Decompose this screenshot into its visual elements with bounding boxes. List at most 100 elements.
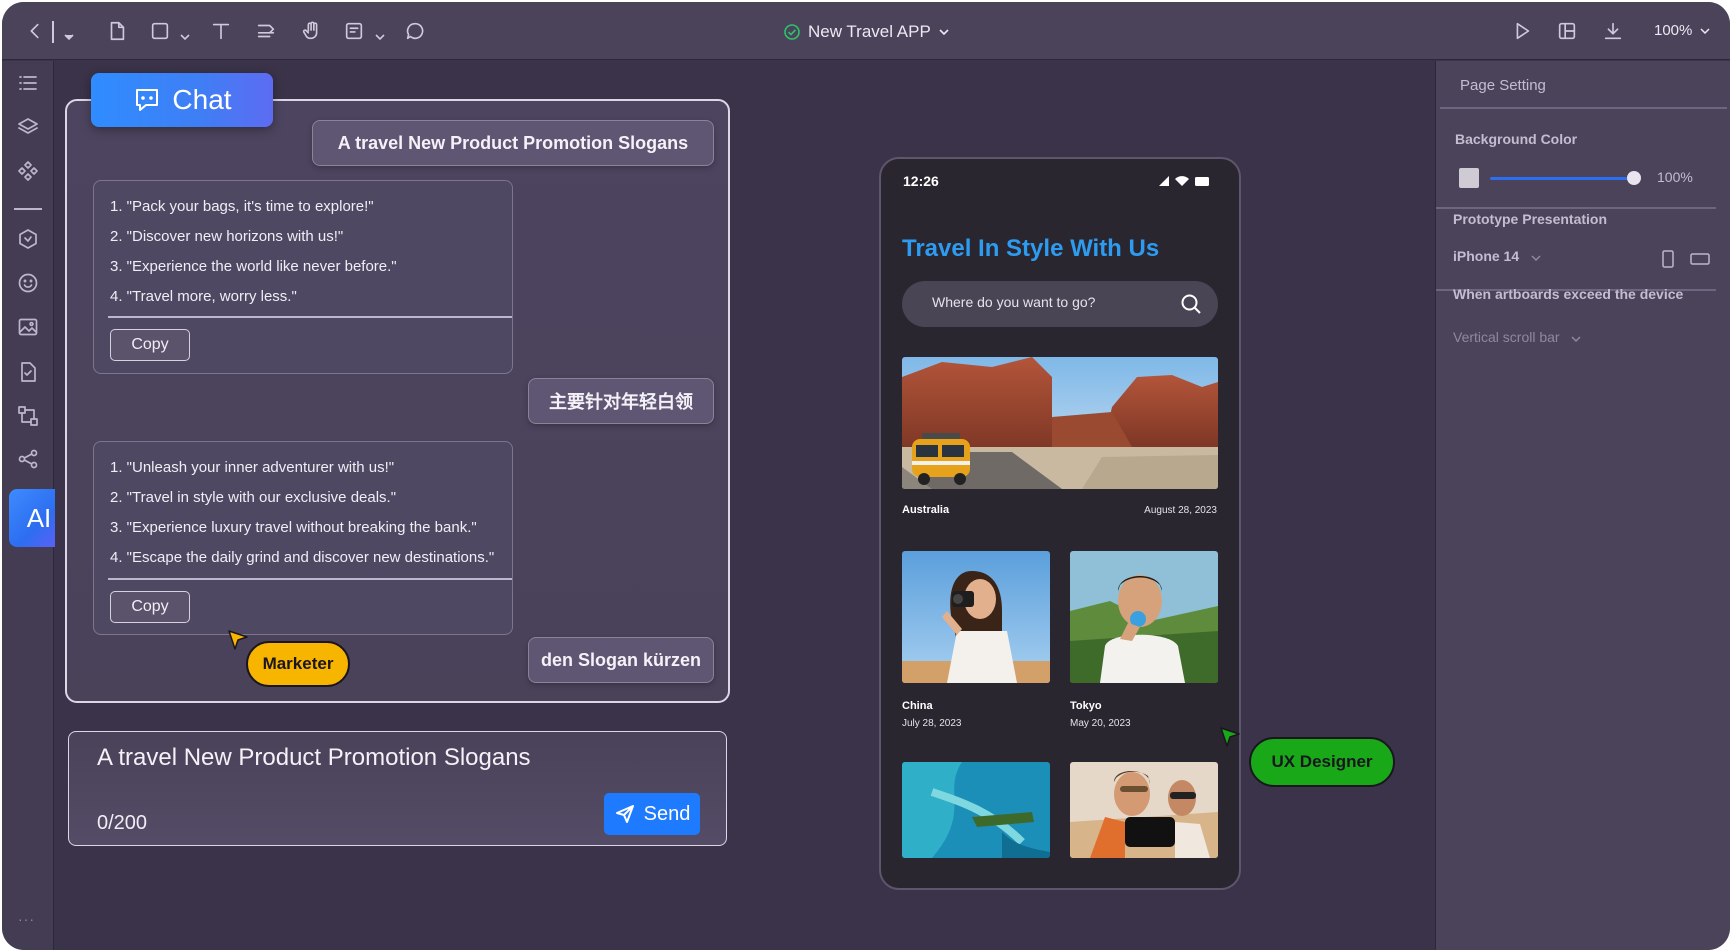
document-title[interactable]: New Travel APP [784,20,949,44]
featured-date: August 28, 2023 [1144,505,1217,516]
search-bar[interactable] [902,281,1218,327]
panel-divider [1440,107,1727,109]
download-icon[interactable] [1600,18,1626,44]
mindmap-icon[interactable] [16,447,40,471]
search-input[interactable] [932,294,1172,310]
layout-icon[interactable] [1554,18,1580,44]
left-rail: AI ··· [2,61,69,950]
icon-library-icon[interactable] [16,227,40,251]
user-message: A travel New Product Promotion Slogans [312,120,714,166]
page-icon[interactable] [104,18,130,44]
shape-dropdown-icon[interactable] [180,28,190,41]
opacity-slider-thumb[interactable] [1627,171,1641,185]
note-dropdown-icon[interactable] [375,28,385,41]
send-button[interactable]: Send [604,793,700,835]
portrait-icon[interactable] [1661,250,1675,273]
history-dropdown-icon[interactable] [64,28,74,41]
list-item: 2. "Travel in style with our exclusive d… [110,489,397,506]
comment-icon[interactable] [402,18,428,44]
layers-icon[interactable] [16,115,40,139]
card-image[interactable] [902,551,1050,683]
scroll-value: Vertical scroll bar [1453,329,1560,345]
ux-designer-cursor-tag: UX Designer [1249,737,1395,787]
right-panel: Page Setting Background Color 100% Proto… [1435,61,1730,950]
background-color-label: Background Color [1455,131,1578,147]
scroll-select[interactable]: Vertical scroll bar [1453,329,1582,345]
card-image[interactable] [902,762,1050,858]
cursor-arrow-icon [228,630,248,650]
phone-artboard[interactable]: 12:26 Travel In Style With Us Where do y… [879,157,1241,890]
copy-button[interactable]: Copy [110,329,190,361]
chat-tab-label: Chat [172,84,232,115]
rail-separator [14,208,42,210]
chat-bubble-icon [136,89,159,111]
list-item: 3. "Experience the world like never befo… [110,258,397,275]
australia-photo [902,357,1218,489]
message-divider [108,578,512,580]
cursor-arrow-icon [1220,727,1240,747]
background-color-swatch[interactable] [1459,168,1479,188]
exceed-device-label: When artboards exceed the device [1453,286,1684,302]
top-toolbar: New Travel APP 100% [2,2,1730,60]
marketer-label: Marketer [262,654,334,673]
template-icon[interactable] [16,360,40,384]
slogan-list: 1. "Pack your bags, it's time to explore… [94,181,512,315]
chevron-down-icon [1571,329,1582,343]
emoji-icon[interactable] [16,271,40,295]
device-select[interactable]: iPhone 14 [1453,248,1541,264]
featured-label: Australia [902,504,950,516]
list-item: 4. "Escape the daily grind and discover … [110,549,495,566]
travelers-photo [1070,762,1218,858]
list-item: 3. "Experience luxury travel without bre… [110,519,477,536]
char-count: 0/200 [97,812,148,834]
app-window: New Travel APP 100% AI ··· A travel New … [2,2,1730,950]
tokyo-photo [1070,551,1218,683]
zoom-select[interactable]: 100% [1654,22,1710,39]
card-date: May 20, 2023 [1070,718,1131,729]
landscape-icon[interactable] [1690,252,1710,271]
ai-button-label: AI [26,502,52,533]
play-icon[interactable] [1509,18,1535,44]
chat-input[interactable] [97,744,697,772]
slogan-list: 1. "Unleash your inner adventurer with u… [94,442,512,576]
document-title-text: New Travel APP [808,22,931,41]
user-message-text: A travel New Product Promotion Slogans [337,132,689,153]
canvas: A travel New Product Promotion Slogans 1… [55,61,1435,950]
hand-icon[interactable] [299,18,325,44]
text-icon[interactable] [208,18,234,44]
outline-list-icon[interactable] [16,71,40,95]
image-icon[interactable] [16,315,40,339]
panel-divider [1436,207,1716,209]
back-icon[interactable] [22,18,48,44]
opacity-value: 100% [1657,169,1693,185]
sea-photo [902,762,1050,858]
ux-designer-label: UX Designer [1271,752,1373,771]
list-item: 1. "Unleash your inner adventurer with u… [110,459,395,476]
send-label: Send [643,802,691,825]
chevron-down-icon [1700,27,1710,34]
card-image[interactable] [1070,762,1218,858]
card-image[interactable] [1070,551,1218,683]
more-icon[interactable]: ··· [18,911,35,927]
opacity-slider[interactable] [1490,177,1632,180]
toolbar-separator [52,21,54,43]
status-icons [1159,176,1209,186]
connector-icon[interactable] [253,18,279,44]
prototype-presentation-label: Prototype Presentation [1453,211,1608,227]
device-value: iPhone 14 [1453,248,1520,264]
rectangle-icon[interactable] [147,18,173,44]
flow-icon[interactable] [16,404,40,428]
chat-tab[interactable]: Chat [91,73,273,127]
components-icon[interactable] [16,159,40,183]
featured-image[interactable] [902,357,1218,489]
status-time: 12:26 [903,173,939,189]
search-icon[interactable] [1180,293,1202,315]
user-message-text: 主要针对年轻白领 [549,392,693,412]
user-message: den Slogan kürzen [528,637,714,683]
list-item: 1. "Pack your bags, it's time to explore… [110,198,374,215]
copy-button[interactable]: Copy [110,591,190,623]
china-photo [902,551,1050,683]
note-icon[interactable] [341,18,367,44]
ai-message: 1. "Pack your bags, it's time to explore… [93,180,513,374]
list-item: 2. "Discover new horizons with us!" [110,228,344,245]
